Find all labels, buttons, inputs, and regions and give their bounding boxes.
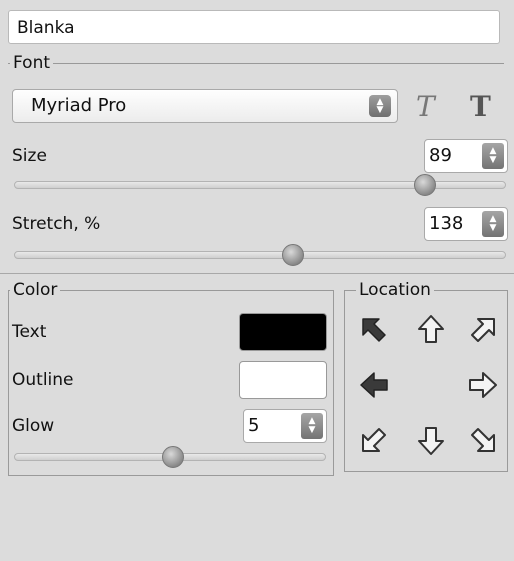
arrow-top-left-icon[interactable]	[357, 313, 391, 347]
location-group-legend: Location	[356, 280, 434, 300]
text-color-swatch[interactable]	[239, 313, 327, 351]
name-input[interactable]: Blanka	[8, 10, 500, 44]
arrow-left-icon[interactable]	[357, 368, 391, 402]
select-dropdown-icon: ▲ ▼	[369, 95, 391, 117]
font-group-border	[8, 63, 504, 64]
arrow-top-right-icon[interactable]	[466, 313, 500, 347]
arrow-right-icon[interactable]	[466, 368, 500, 402]
stretch-spinbox[interactable]: 138 ▲ ▼	[424, 207, 508, 241]
outline-color-swatch[interactable]	[239, 361, 327, 399]
arrow-down-icon[interactable]	[414, 424, 448, 458]
color-group-legend: Color	[10, 280, 61, 300]
glow-label: Glow	[12, 416, 55, 436]
font-family-value: Myriad Pro	[31, 95, 127, 116]
arrow-bottom-left-icon[interactable]	[357, 423, 391, 457]
stretch-slider-track[interactable]	[14, 251, 506, 259]
spin-arrows-icon[interactable]: ▲ ▼	[482, 211, 504, 237]
arrow-bottom-right-icon[interactable]	[466, 423, 500, 457]
arrow-up-icon[interactable]	[414, 312, 448, 346]
size-slider-thumb[interactable]	[413, 174, 436, 196]
stretch-label: Stretch, %	[12, 214, 101, 234]
glow-spinbox[interactable]: 5 ▲ ▼	[243, 409, 327, 443]
separator	[0, 273, 514, 274]
size-spinbox[interactable]: 89 ▲ ▼	[424, 139, 508, 173]
glow-slider-thumb[interactable]	[161, 446, 184, 468]
glow-value: 5	[248, 415, 260, 436]
italic-button[interactable]: T	[416, 90, 435, 123]
spin-arrows-icon[interactable]: ▲ ▼	[482, 143, 504, 169]
stretch-value: 138	[429, 213, 464, 234]
font-family-select[interactable]: Myriad Pro ▲ ▼	[12, 89, 398, 123]
size-label: Size	[12, 146, 47, 166]
bold-button[interactable]: T	[470, 90, 491, 123]
outline-color-label: Outline	[12, 370, 74, 390]
spin-arrows-icon[interactable]: ▲ ▼	[301, 413, 323, 439]
stretch-slider-thumb[interactable]	[281, 244, 304, 266]
text-color-label: Text	[12, 322, 47, 342]
size-value: 89	[429, 145, 452, 166]
font-group-legend: Font	[10, 53, 54, 73]
